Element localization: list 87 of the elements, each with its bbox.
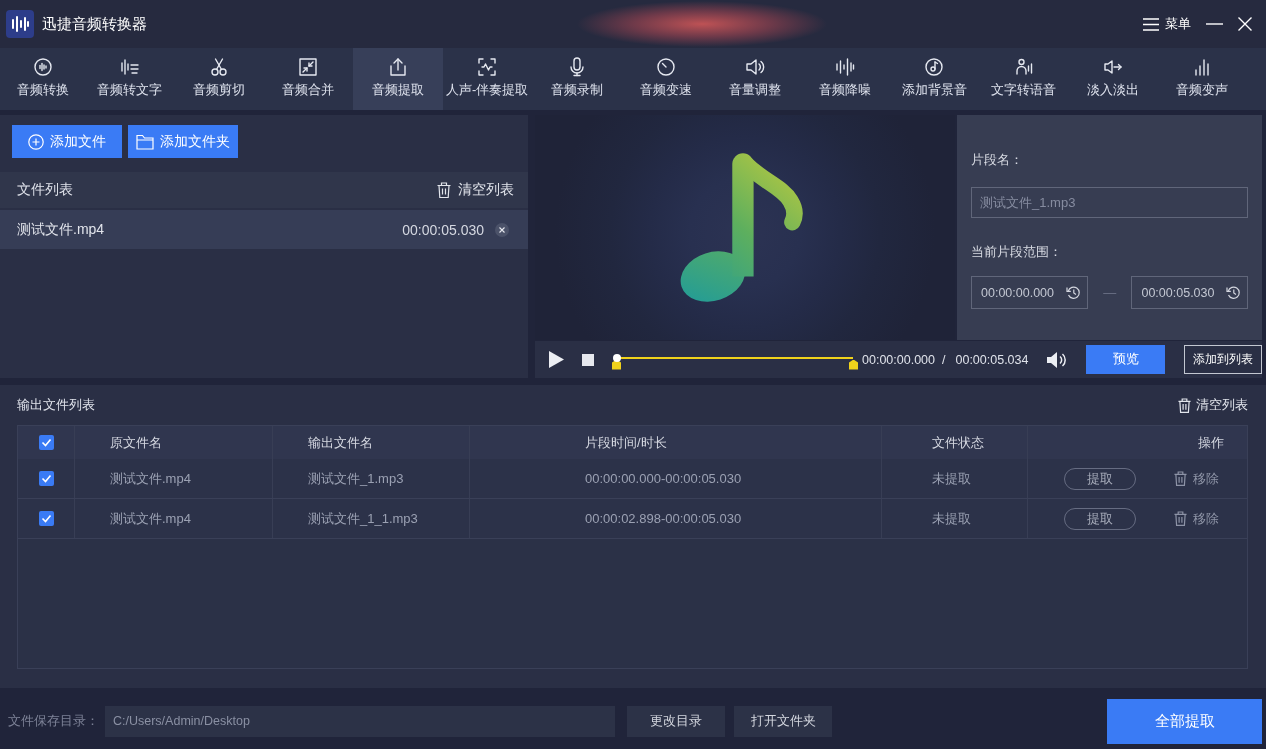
save-directory-field[interactable]: C:/Users/Admin/Desktop: [105, 705, 615, 737]
total-time: 00:00:05.034: [955, 352, 1029, 367]
table-cell: 未提取: [932, 469, 971, 488]
current-time: 00:00:00.000: [862, 352, 935, 367]
add-folder-button[interactable]: 添加文件夹: [128, 125, 238, 158]
close-icon[interactable]: [1238, 17, 1252, 31]
clear-output-button[interactable]: 清空列表: [1178, 396, 1248, 414]
tool-tab[interactable]: 音频变声: [1157, 48, 1248, 110]
add-file-button[interactable]: 添加文件: [12, 125, 122, 158]
upload-icon: [387, 57, 408, 77]
table-cell: 未提取: [932, 509, 971, 528]
waveform-lines-icon: [119, 57, 140, 77]
range-separator: —: [1103, 285, 1117, 300]
trash-icon: [1178, 397, 1191, 413]
scissors-icon: [209, 57, 230, 77]
waveform-circle-icon: [32, 57, 53, 77]
tool-tab[interactable]: 音频提取: [353, 48, 443, 110]
close-circle-icon[interactable]: [495, 222, 509, 237]
trash-icon: [1174, 471, 1187, 486]
change-directory-button[interactable]: 更改目录: [627, 705, 725, 737]
menu-icon: [1143, 17, 1159, 31]
clip-range-label: 当前片段范围：: [971, 244, 1063, 260]
column-header: 片段时间/时长: [585, 433, 667, 452]
play-icon[interactable]: [549, 351, 564, 368]
tool-tab[interactable]: 音频录制: [531, 48, 622, 110]
save-directory-label: 文件保存目录：: [8, 712, 99, 730]
column-header: 原文件名: [110, 433, 162, 452]
table-cell: 测试文件.mp4: [110, 509, 191, 528]
playhead-thumb[interactable]: [613, 353, 621, 362]
tool-tab[interactable]: 淡入淡出: [1068, 48, 1158, 110]
end-time-field[interactable]: 00:00:05.030: [1131, 276, 1249, 309]
menu-button[interactable]: 菜单: [1143, 15, 1191, 33]
tool-tab[interactable]: 音频剪切: [174, 48, 264, 110]
plus-circle-icon: [28, 133, 44, 150]
file-duration: 00:00:05.030: [402, 221, 484, 238]
range-end-handle[interactable]: [849, 359, 858, 370]
clip-name-label: 片段名：: [971, 152, 1024, 168]
file-list-title: 文件列表: [17, 181, 73, 199]
extract-all-button[interactable]: 全部提取: [1107, 698, 1262, 744]
tool-tab[interactable]: 添加背景音: [889, 48, 979, 110]
table-cell: 00:00:00.000-00:00:05.030: [585, 471, 742, 486]
column-header: 文件状态: [932, 433, 984, 452]
clock-icon: [656, 57, 677, 77]
waveform-logo-icon: [6, 10, 34, 38]
output-list-title: 输出文件列表: [17, 396, 95, 414]
checkbox[interactable]: [38, 511, 54, 526]
tool-tab[interactable]: 音量调整: [710, 48, 801, 110]
tool-tab[interactable]: 文字转语音: [978, 48, 1069, 110]
checkbox[interactable]: [38, 471, 54, 486]
person-sound-icon: [1013, 57, 1034, 77]
history-icon[interactable]: [1066, 285, 1081, 300]
history-icon[interactable]: [1226, 285, 1242, 300]
checkbox[interactable]: [38, 435, 54, 450]
file-name: 测试文件.mp4: [17, 220, 105, 239]
remove-button[interactable]: 移除: [1174, 469, 1219, 488]
speaker-arrow-icon: [1103, 57, 1123, 77]
tool-tab[interactable]: 人声-伴奏提取: [442, 48, 532, 110]
remove-button[interactable]: 移除: [1174, 509, 1219, 528]
tool-tab[interactable]: 音频变速: [621, 48, 711, 110]
trash-icon: [1174, 511, 1187, 526]
table-cell: 测试文件_1.mp3: [308, 469, 404, 488]
speaker-icon: [745, 57, 766, 77]
preview-button[interactable]: 预览: [1086, 345, 1166, 374]
note-circle-icon: [924, 57, 945, 77]
table-cell: 测试文件.mp4: [110, 469, 191, 488]
add-to-list-button[interactable]: 添加到列表: [1184, 345, 1263, 374]
tool-tab[interactable]: 音频转文字: [85, 48, 175, 110]
column-header: 操作: [1198, 433, 1224, 452]
tool-tab[interactable]: 音频降噪: [800, 48, 890, 110]
sound-bars-icon: [834, 57, 855, 77]
trash-icon: [437, 182, 451, 198]
tool-tab[interactable]: 音频合并: [263, 48, 354, 110]
file-list-item[interactable]: 测试文件.mp4 00:00:05.030: [0, 210, 528, 249]
table-cell: 00:00:02.898-00:00:05.030: [585, 511, 742, 526]
scan-waveform-icon: [477, 57, 498, 77]
clear-list-button[interactable]: 清空列表: [437, 181, 514, 199]
stop-icon[interactable]: [582, 353, 594, 366]
folder-icon: [136, 133, 154, 150]
compress-arrows-icon: [298, 57, 319, 77]
tool-tab[interactable]: 音频转换: [0, 48, 85, 110]
open-folder-button[interactable]: 打开文件夹: [734, 705, 832, 737]
start-time-field[interactable]: 00:00:00.000: [971, 276, 1088, 309]
column-header: 输出文件名: [308, 433, 373, 452]
time-separator: /: [942, 352, 946, 367]
volume-icon[interactable]: [1047, 350, 1068, 369]
table-cell: 测试文件_1_1.mp3: [308, 509, 418, 528]
window-title: 迅捷音频转换器: [42, 14, 147, 34]
